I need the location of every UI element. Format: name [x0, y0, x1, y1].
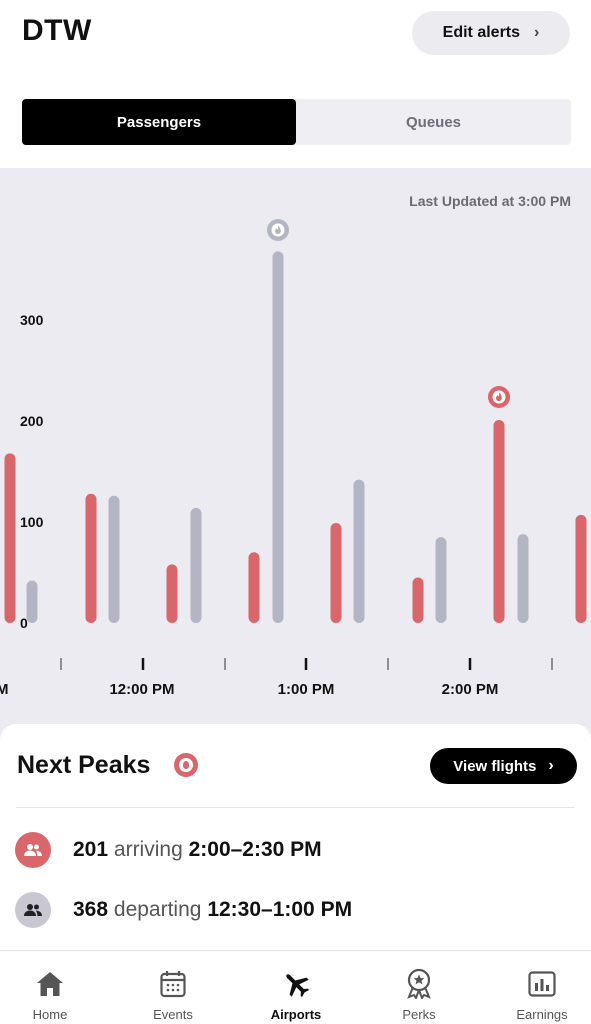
tab-perks[interactable]: Perks — [360, 951, 478, 1024]
people-icon — [15, 832, 51, 868]
bar-departing — [190, 507, 202, 623]
peak-row-arriving: 201 arriving 2:00–2:30 PM — [15, 832, 322, 868]
bar-arriving — [330, 523, 342, 623]
tab-passengers[interactable]: Passengers — [22, 99, 296, 145]
bar-departing — [353, 479, 365, 623]
next-peaks-card: Next Peaks View flights › 201 arriving 2… — [0, 724, 591, 950]
view-flights-label: View flights — [453, 757, 537, 775]
peak-count: 368 — [73, 898, 109, 921]
bar-arriving — [4, 453, 16, 623]
tab-airports[interactable]: Airports — [237, 951, 355, 1024]
tab-events[interactable]: Events — [114, 951, 232, 1024]
x-tick-label: 2:00 PM — [442, 681, 499, 698]
tab-label: Events — [153, 1007, 193, 1022]
people-icon — [15, 892, 51, 928]
bar-arriving — [493, 419, 505, 623]
bottom-tab-bar: Home Events Airports Perks Earnings — [0, 950, 591, 1024]
tab-queues[interactable]: Queues — [296, 99, 571, 145]
tab-label: Perks — [402, 1007, 436, 1022]
tab-earnings[interactable]: Earnings — [483, 951, 591, 1024]
peak-row-departing: 368 departing 12:30–1:00 PM — [15, 892, 352, 928]
bar-chart-icon — [528, 969, 556, 999]
view-flights-button[interactable]: View flights › — [430, 748, 577, 784]
badge-ribbon-icon — [405, 969, 433, 999]
bar-departing — [272, 251, 284, 623]
next-peaks-title: Next Peaks — [17, 751, 151, 779]
edit-alerts-label: Edit alerts — [442, 24, 521, 41]
peak-count: 201 — [73, 838, 109, 861]
bar-arriving — [85, 493, 97, 623]
peak-window: 2:00–2:30 PM — [188, 838, 322, 861]
calendar-icon — [160, 969, 186, 999]
airport-code-title: DTW — [22, 14, 92, 47]
y-tick-label: 300 — [20, 312, 44, 328]
passenger-chart: Last Updated at 3:00 PM 0 100 200 300 M 12:00… — [0, 168, 591, 740]
tab-label: Earnings — [516, 1007, 568, 1022]
peak-direction: arriving — [113, 838, 183, 861]
bar-arriving — [412, 577, 424, 623]
bar-departing — [435, 537, 447, 623]
chevron-right-icon: › — [548, 757, 554, 774]
header: DTW Edit alerts › — [0, 0, 591, 80]
bar-departing — [517, 534, 529, 623]
x-tick-label: M — [0, 681, 9, 698]
y-tick-label: 100 — [20, 514, 44, 530]
y-tick-label: 200 — [20, 413, 44, 429]
divider — [16, 807, 575, 808]
tab-label: Airports — [270, 1007, 322, 1022]
chevron-right-icon: › — [534, 24, 540, 41]
edit-alerts-button[interactable]: Edit alerts › — [412, 11, 570, 55]
chart-svg[interactable]: 0100200300M 12:00 PM 1:00 PM 2:00 PM — [0, 168, 591, 740]
bar-departing — [26, 580, 38, 623]
x-tick-label: 12:00 PM — [109, 681, 174, 698]
tab-label: Home — [32, 1007, 68, 1022]
airplane-icon — [282, 969, 310, 999]
segmented-control: Passengers Queues — [22, 99, 571, 145]
bar-arriving — [166, 564, 178, 623]
x-tick-label: 1:00 PM — [278, 681, 335, 698]
peak-direction: departing — [113, 898, 202, 921]
bar-arriving — [248, 552, 260, 623]
peak-window: 12:30–1:00 PM — [207, 898, 353, 921]
tab-home[interactable]: Home — [0, 951, 109, 1024]
fire-icon — [174, 753, 198, 777]
home-icon — [36, 969, 64, 999]
bar-arriving — [575, 514, 587, 623]
bar-departing — [108, 495, 120, 623]
